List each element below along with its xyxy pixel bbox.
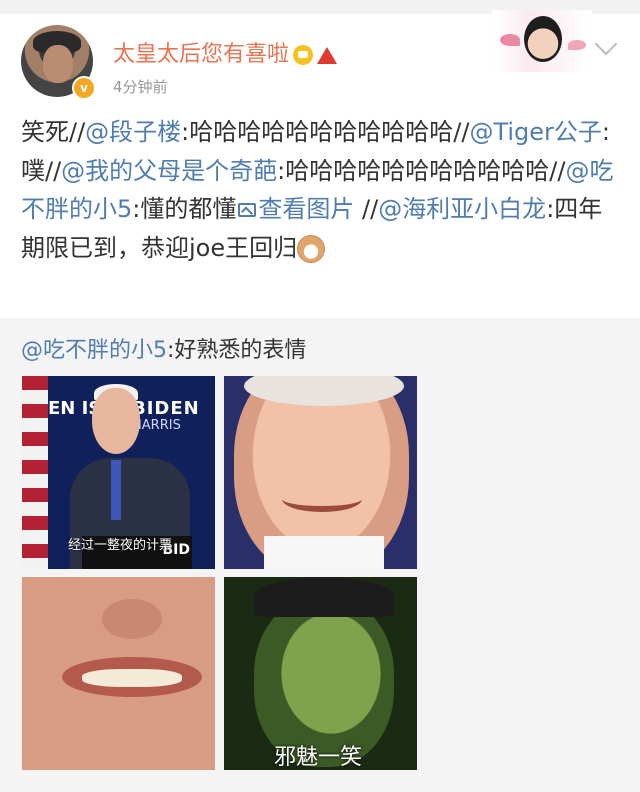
fan-card-decoration[interactable]: [492, 10, 592, 72]
mention-link[interactable]: @我的父母是个奇葩: [61, 157, 277, 185]
post-body: 笑死//@段子楼:哈哈哈哈哈哈哈哈哈哈哈//@Tiger公子:噗//@我的父母是…: [21, 113, 621, 267]
hair: [254, 577, 394, 617]
view-image-link[interactable]: 查看图片: [258, 195, 354, 223]
flag-graphic: [22, 376, 48, 569]
image-caption: 邪魅一笑: [274, 745, 363, 770]
collar: [264, 536, 384, 569]
teeth: [82, 669, 182, 687]
timestamp: 4分钟前: [113, 78, 168, 96]
repost-text: @吃不胖的小5:好熟悉的表情: [21, 332, 306, 364]
image-link-icon[interactable]: [238, 203, 257, 217]
mention-link[interactable]: @Tiger公子: [469, 118, 601, 146]
image-thumbnail-4[interactable]: 邪魅一笑: [224, 577, 417, 770]
mention-link[interactable]: @段子楼: [85, 118, 181, 146]
body-text: 笑死//: [21, 118, 86, 146]
red-a-icon: [317, 46, 338, 64]
sign-text: BIDEN: [132, 398, 200, 419]
body-text: :懂的都懂: [132, 195, 237, 223]
username[interactable]: 太皇太后您有喜啦: [113, 36, 338, 68]
smile: [282, 486, 362, 512]
body-text: :哈哈哈哈哈哈哈哈哈哈哈//: [277, 156, 566, 185]
username-text[interactable]: 太皇太后您有喜啦: [113, 42, 289, 67]
body-text: //: [354, 195, 379, 223]
mention-link[interactable]: @海利亚小白龙: [378, 195, 546, 223]
vip-crown-icon: [293, 45, 314, 65]
repost-body: :好熟悉的表情: [167, 338, 307, 363]
image-thumbnail-1[interactable]: EN IS BIDEN HARRIS BID 经过一整夜的计票: [22, 376, 215, 569]
tie: [111, 460, 121, 520]
image-thumbnail-3[interactable]: [22, 577, 215, 770]
verified-badge-icon: v: [72, 76, 96, 100]
repost-mention[interactable]: @吃不胖的小5: [21, 338, 167, 363]
nose: [102, 599, 162, 639]
image-thumbnail-2[interactable]: [224, 376, 417, 569]
image-caption: 经过一整夜的计票: [68, 538, 173, 553]
body-text: :哈哈哈哈哈哈哈哈哈哈哈//: [181, 118, 470, 146]
cat-emoji-icon: [297, 234, 326, 263]
chevron-down-icon[interactable]: [594, 32, 618, 56]
person-head: [92, 388, 140, 454]
